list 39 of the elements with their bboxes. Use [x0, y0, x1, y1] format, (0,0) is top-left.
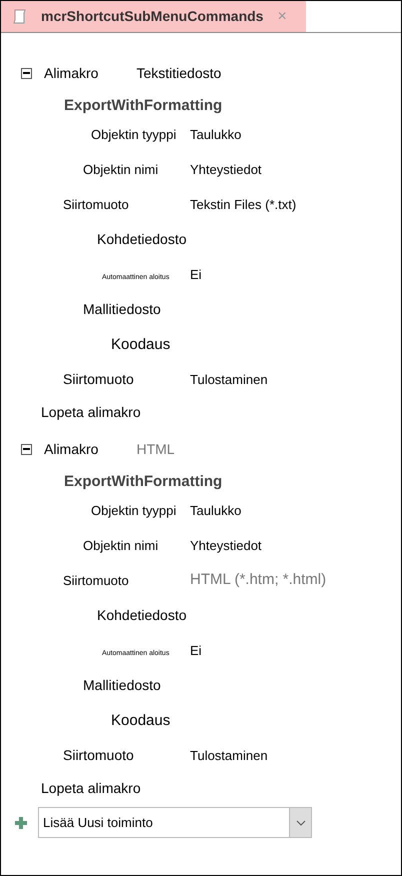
- argument-label: Objektin nimi: [83, 538, 158, 552]
- document-tab[interactable]: mcrShortcutSubMenuCommands ×: [1, 1, 306, 32]
- collapse-icon[interactable]: [21, 444, 32, 454]
- submacro-name: HTML: [136, 440, 175, 458]
- action-name[interactable]: ExportWithFormatting: [64, 94, 222, 117]
- end-submacro: Lopeta alimakro: [41, 402, 141, 422]
- argument-label: Objektin tyyppi: [91, 126, 176, 142]
- argument-value[interactable]: Yhteystiedot: [190, 160, 262, 180]
- argument-value[interactable]: Taulukko: [190, 124, 242, 144]
- argument-label: Koodaus: [111, 336, 170, 352]
- argument-label: Mallitiedosto: [83, 676, 161, 692]
- submacro-name: Tekstitiedosto: [136, 64, 222, 82]
- argument-value[interactable]: Ei: [190, 264, 202, 284]
- collapse-icon[interactable]: [21, 68, 32, 78]
- argument-label: Kohdetiedosto: [97, 230, 187, 246]
- submacro-keyword: Alimakro: [44, 440, 98, 458]
- submacro-keyword: Alimakro: [44, 64, 98, 82]
- action-name[interactable]: ExportWithFormatting: [64, 470, 222, 493]
- argument-value[interactable]: Tekstin Files (*.txt): [190, 194, 296, 214]
- argument-label: Siirtomuoto: [63, 196, 129, 212]
- argument-value[interactable]: Tulostaminen: [190, 370, 268, 390]
- argument-value[interactable]: Tulostaminen: [190, 746, 268, 766]
- argument-label: Objektin tyyppi: [91, 502, 176, 518]
- argument-value[interactable]: Taulukko: [190, 500, 242, 520]
- argument-label: Siirtomuoto: [63, 370, 134, 386]
- add-icon[interactable]: [15, 816, 27, 828]
- macro-document-icon: [13, 8, 27, 24]
- argument-label: Objektin nimi: [83, 162, 158, 176]
- argument-value[interactable]: Ei: [190, 640, 202, 660]
- tab-title: mcrShortcutSubMenuCommands: [41, 7, 264, 26]
- argument-label: Kohdetiedosto: [97, 606, 187, 622]
- argument-label: Siirtomuoto: [63, 746, 134, 762]
- argument-value[interactable]: HTML (*.htm; *.html): [190, 569, 326, 592]
- add-action-dropdown[interactable]: Lisää Uusi toiminto: [38, 807, 312, 838]
- argument-label: Koodaus: [111, 712, 170, 728]
- end-submacro: Lopeta alimakro: [41, 778, 141, 798]
- argument-label: Mallitiedosto: [83, 300, 161, 316]
- argument-label: Siirtomuoto: [63, 572, 129, 588]
- argument-value[interactable]: Yhteystiedot: [190, 536, 262, 556]
